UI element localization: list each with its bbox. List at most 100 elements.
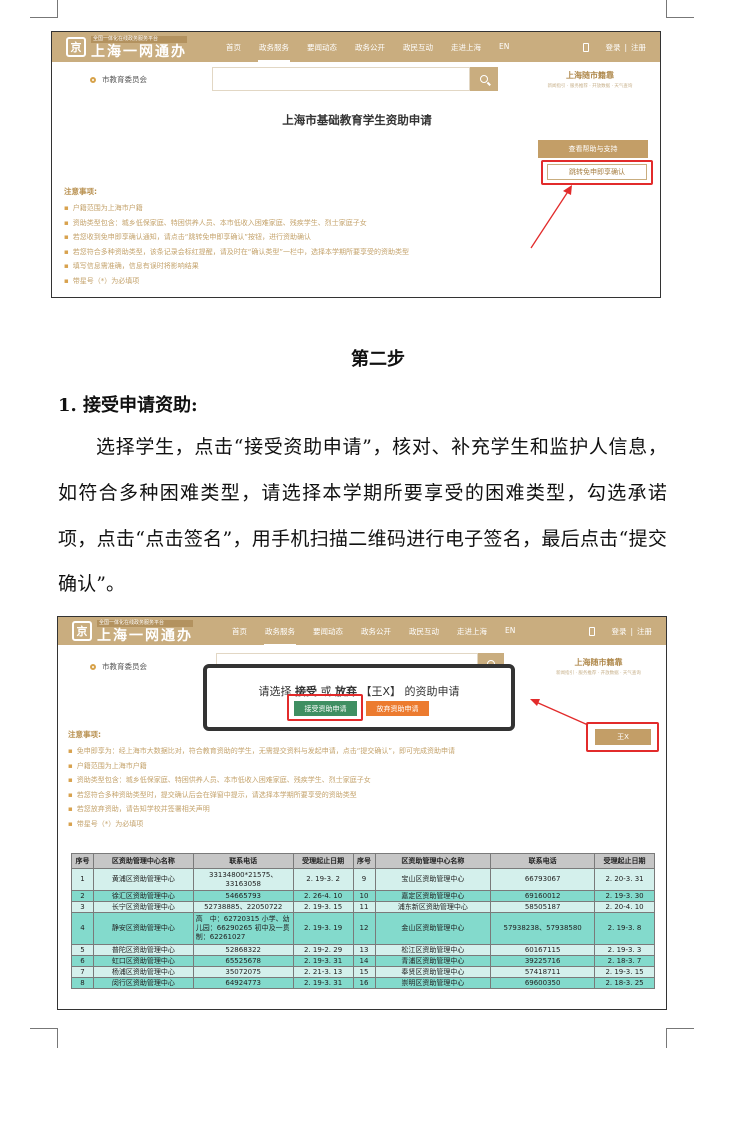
- table-cell: 65525678: [192, 955, 294, 967]
- nav-item-interaction[interactable]: 政民互动: [400, 626, 448, 637]
- table-row: 7 杨浦区资助管理中心 35072075 2. 21-3. 13 15 奉贤区资…: [71, 966, 655, 978]
- reject-aid-button[interactable]: 放弃资助申请: [366, 701, 429, 716]
- table-row: 3 长宁区资助管理中心 52738885、22050722 2. 19-3. 1…: [71, 901, 655, 913]
- table-cell: 2. 19-3. 31: [292, 955, 354, 967]
- nav-item-about[interactable]: 走进上海: [448, 626, 496, 637]
- notes-title: 注意事项:: [64, 187, 97, 196]
- table-header: 区资助管理中心名称: [374, 853, 492, 869]
- location-icon: [90, 76, 96, 83]
- note-item: 免申即享为：经上海市大数据比对，符合教育资助的学生，无需提交资料与发起申请，点击…: [68, 744, 455, 759]
- note-item: 若您符合多种资助类型，该条记录会标红提醒，请及时在“确认类型”一栏中，选择本学期…: [64, 245, 409, 260]
- help-button[interactable]: 查看帮助与支持: [538, 140, 648, 158]
- search-input[interactable]: [212, 67, 470, 91]
- table-cell: 64924773: [192, 977, 294, 989]
- table-cell: 闵行区资助管理中心: [92, 977, 194, 989]
- table-cell: 10: [352, 890, 376, 902]
- table-cell: 69160012: [490, 890, 596, 902]
- table-header-row: 序号 区资助管理中心名称 联系电话 受理起止日期 序号 区资助管理中心名称 联系…: [71, 853, 655, 869]
- table-cell: 崇明区资助管理中心: [374, 977, 492, 989]
- table-header: 序号: [352, 853, 376, 869]
- table-cell: 2. 20-3. 31: [594, 868, 655, 891]
- nav-item-home[interactable]: 首页: [223, 626, 256, 637]
- note-item: 资助类型包含：城乡低保家庭、特困供养人员、本市低收入困难家庭、残疾学生、烈士家庭…: [64, 216, 409, 231]
- table-cell: 徐汇区资助管理中心: [92, 890, 194, 902]
- nav-item-interaction[interactable]: 政民互动: [394, 42, 442, 53]
- table-cell: 9: [352, 868, 376, 891]
- table-cell: 2. 19-3. 3: [594, 944, 655, 956]
- city-brand: 上海随市籍靠 新闻指引 · 服务推荐 · 开放数据 · 天气查询: [556, 658, 641, 676]
- note-item: 若您符合多种资助类型时，提交确认后会在弹窗中提示，请选择本学期所要享受的资助类型: [68, 788, 455, 803]
- nav-item-english[interactable]: EN: [490, 42, 518, 53]
- mobile-icon[interactable]: [583, 42, 590, 52]
- nav-menu: 首页 政务服务 要闻动态 政务公开 政民互动 走进上海 EN: [217, 42, 518, 62]
- nav-bar: 京 全国一体化在线政务服务平台 上海一网通办 首页 政务服务 要闻动态 政务公开…: [52, 32, 660, 62]
- table-cell: 2. 19-3. 8: [594, 912, 655, 945]
- site-logo[interactable]: 京 全国一体化在线政务服务平台 上海一网通办: [66, 35, 187, 60]
- table-cell: 57418711: [490, 966, 596, 978]
- table-row: 1 黄浦区资助管理中心 33134800*21575、33163058 2. 1…: [71, 868, 655, 891]
- nav-bar: 京 全国一体化在线政务服务平台 上海一网通办 首页 政务服务 要闻动态 政务公开…: [58, 617, 666, 646]
- table-cell: 2. 19-3. 15: [594, 966, 655, 978]
- crop-mark-top-right: [666, 0, 694, 18]
- notes-section: 注意事项: 免申即享为：经上海市大数据比对，符合教育资助的学生，无需提交资料与发…: [68, 729, 455, 831]
- section-heading: 1. 接受申请资助:: [58, 395, 198, 416]
- table-cell: 杨浦区资助管理中心: [92, 966, 194, 978]
- table-cell: 13: [352, 944, 376, 956]
- nav-menu: 首页 政务服务 要闻动态 政务公开 政民互动 走进上海 EN: [223, 626, 524, 646]
- nav-item-news[interactable]: 要闻动态: [304, 626, 352, 637]
- table-cell: 39225716: [490, 955, 596, 967]
- table-cell: 2: [71, 890, 94, 902]
- table-cell: 69600350: [490, 977, 596, 989]
- aid-center-table: 序号 区资助管理中心名称 联系电话 受理起止日期 序号 区资助管理中心名称 联系…: [71, 853, 655, 989]
- table-cell: 66793067: [490, 868, 596, 891]
- screenshot-application-page: 京 全国一体化在线政务服务平台 上海一网通办 首页 政务服务 要闻动态 政务公开…: [51, 31, 661, 298]
- table-cell: 2. 21-3. 13: [292, 966, 354, 978]
- table-header: 受理起止日期: [292, 853, 354, 869]
- note-item: 填写信息需准确，信息有误时将影响结果: [64, 259, 409, 274]
- logo-title: 上海一网通办: [91, 43, 187, 60]
- table-cell: 2. 19-3. 2: [292, 868, 354, 891]
- site-logo[interactable]: 京 全国一体化在线政务服务平台 上海一网通办: [72, 619, 193, 643]
- login-link[interactable]: 登录: [605, 42, 620, 53]
- table-cell: 2. 19-2. 29: [292, 944, 354, 956]
- location-icon: [90, 663, 96, 670]
- register-link[interactable]: 注册: [631, 42, 646, 53]
- notes-title: 注意事项:: [68, 730, 101, 739]
- nav-item-english[interactable]: EN: [496, 626, 524, 637]
- crop-mark-bottom-right: [666, 1028, 694, 1048]
- table-header: 序号: [71, 853, 94, 869]
- nav-item-public[interactable]: 政务公开: [346, 42, 394, 53]
- nav-item-news[interactable]: 要闻动态: [298, 42, 346, 53]
- red-arrow-annotation: [530, 699, 589, 726]
- instruction-paragraph: 选择学生，点击“接受资助申请”，核对、补充学生和监护人信息，如符合多种困难类型，…: [58, 436, 667, 596]
- note-item: 带星号（*）为必填项: [64, 274, 409, 289]
- department-label: 市教育委员会: [90, 661, 147, 672]
- table-cell: 4: [71, 912, 94, 945]
- notes-section: 注意事项: 户籍范围为上海市户籍 资助类型包含：城乡低保家庭、特困供养人员、本市…: [64, 186, 409, 288]
- table-cell: 11: [352, 901, 376, 913]
- nav-item-services[interactable]: 政务服务: [250, 42, 298, 62]
- table-cell: 浦东新区资助管理中心: [374, 901, 492, 913]
- mobile-icon[interactable]: [589, 626, 596, 636]
- note-item: 资助类型包含：城乡低保家庭、特困供养人员、本市低收入困难家庭、残疾学生、烈士家庭…: [68, 773, 455, 788]
- table-cell: 嘉定区资助管理中心: [374, 890, 492, 902]
- nav-item-services[interactable]: 政务服务: [256, 626, 304, 646]
- table-cell: 6: [71, 955, 94, 967]
- crop-mark-top-left: [30, 0, 58, 18]
- nav-item-public[interactable]: 政务公开: [352, 626, 400, 637]
- nav-item-about[interactable]: 走进上海: [442, 42, 490, 53]
- register-link[interactable]: 注册: [637, 626, 652, 637]
- table-cell: 35072075: [192, 966, 294, 978]
- table-cell: 1: [71, 868, 94, 891]
- table-header: 联系电话: [490, 853, 596, 869]
- nav-item-home[interactable]: 首页: [217, 42, 250, 53]
- table-cell: 8: [71, 977, 94, 989]
- table-cell: 60167115: [490, 944, 596, 956]
- table-cell: 3: [71, 901, 94, 913]
- city-brand: 上海随市籍靠 新闻指引 · 服务推荐 · 开放数据 · 天气查询: [547, 71, 633, 89]
- search-button[interactable]: [470, 67, 498, 91]
- table-cell: 15: [352, 966, 376, 978]
- login-link[interactable]: 登录: [611, 626, 626, 637]
- table-row: 8 闵行区资助管理中心 64924773 2. 19-3. 31 16 崇明区资…: [71, 977, 655, 989]
- table-header: 联系电话: [192, 853, 294, 869]
